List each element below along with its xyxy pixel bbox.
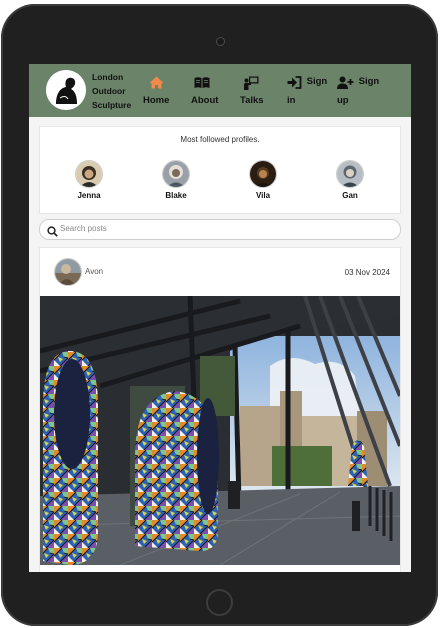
profile-name[interactable]: Gan — [330, 191, 370, 200]
camera-lens — [216, 37, 225, 46]
most-followed-title: Most followed profiles. — [180, 135, 260, 144]
nav-home-label: Home — [143, 95, 170, 106]
avatar[interactable] — [75, 160, 103, 188]
nav-sign-in[interactable]: Sign in — [287, 76, 327, 106]
search-bar[interactable] — [39, 219, 401, 240]
nav-sign-in-label-line1: Sign — [306, 76, 328, 87]
avatar[interactable] — [162, 160, 190, 188]
avatar[interactable] — [336, 160, 364, 188]
book-icon — [194, 76, 218, 90]
post-date: 03 Nov 2024 — [344, 268, 390, 277]
add-user-icon — [337, 76, 354, 92]
profile-item[interactable]: Vila — [243, 160, 283, 200]
navbar: London Outdoor Sculpture Home About Talk… — [29, 64, 411, 117]
post-image[interactable] — [39, 295, 402, 566]
brand-line-1: London — [92, 72, 124, 82]
most-followed-card: Most followed profiles. Jenna Blake Vila — [39, 126, 401, 214]
nav-sign-in-label-line2: in — [287, 95, 296, 106]
nav-sign-up[interactable]: Sign up — [337, 76, 379, 106]
nav-talks-label: Talks — [240, 95, 264, 106]
nav-about[interactable]: About — [191, 76, 218, 106]
app-screen: London Outdoor Sculpture Home About Talk… — [29, 64, 411, 572]
home-icon — [149, 76, 169, 90]
site-logo[interactable] — [46, 70, 86, 110]
nav-home[interactable]: Home — [143, 76, 169, 106]
nav-sign-up-label-line1: Sign — [358, 76, 380, 87]
search-icon — [47, 224, 58, 242]
nav-about-label: About — [191, 95, 219, 106]
post-author[interactable]: Avon — [85, 267, 103, 276]
nav-talks[interactable]: Talks — [240, 76, 264, 106]
profile-item[interactable]: Blake — [156, 160, 196, 200]
brand-line-2: Outdoor — [92, 86, 126, 96]
search-input[interactable] — [60, 222, 390, 235]
sign-in-icon — [287, 76, 302, 92]
profile-name[interactable]: Vila — [243, 191, 283, 200]
profile-name[interactable]: Blake — [156, 191, 196, 200]
avatar[interactable] — [249, 160, 277, 188]
nav-sign-up-label-line2: up — [337, 95, 349, 106]
profile-name[interactable]: Jenna — [69, 191, 109, 200]
tablet-frame: London Outdoor Sculpture Home About Talk… — [1, 4, 438, 626]
brand-line-3: Sculpture — [92, 100, 132, 110]
profile-item[interactable]: Jenna — [69, 160, 109, 200]
post-card: Avon 03 Nov 2024 — [39, 247, 402, 572]
author-avatar[interactable] — [54, 258, 82, 286]
presenter-icon — [243, 76, 264, 90]
profile-item[interactable]: Gan — [330, 160, 370, 200]
brand-name[interactable]: London Outdoor Sculpture — [92, 70, 131, 112]
home-hardware-button[interactable] — [206, 589, 233, 616]
